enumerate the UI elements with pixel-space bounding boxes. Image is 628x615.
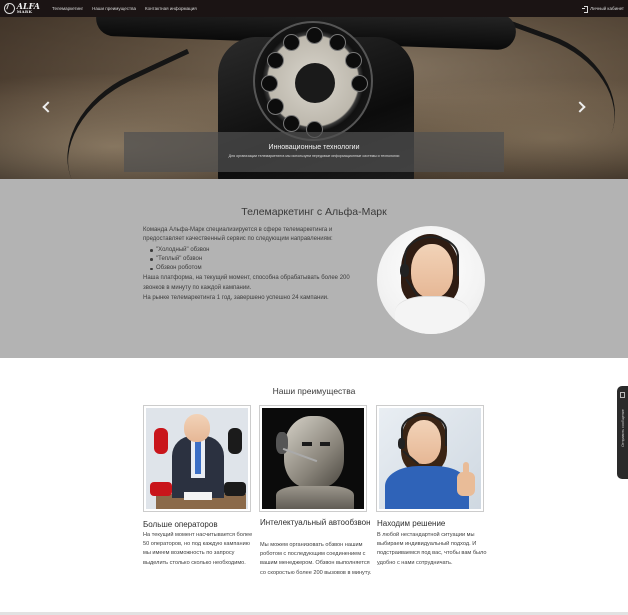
about-intro: Команда Альфа-Марк специализируется в сф… — [143, 227, 333, 243]
nav-link-advantages[interactable]: Наши преимущества — [92, 6, 136, 11]
card-image-solution[interactable] — [376, 405, 484, 512]
account-label: Личный кабинет — [590, 6, 624, 11]
card-title-solution: Находим решение — [377, 519, 446, 528]
caption-title: Инновационные технологии — [268, 144, 360, 151]
card-image-robot[interactable] — [259, 405, 367, 512]
list-item: Обзвон роботом — [150, 264, 361, 273]
rotary-dial — [253, 21, 373, 141]
list-item: "Теплый" обзвон — [150, 255, 361, 264]
about-capacity: Наша платформа, на текущий момент, спосо… — [143, 275, 350, 291]
carousel-caption: Инновационные технологии Для организации… — [124, 132, 504, 172]
card-title-robot: Интелектуальный автообзвон — [260, 518, 371, 527]
feedback-side-tab[interactable]: Отправить сообщение — [617, 386, 628, 479]
caption-text: Для организации телемаркетинга мы исполь… — [228, 154, 400, 158]
about-history: На рынке телемаркетинга 1 год, завершено… — [143, 295, 329, 302]
card-text-robot: Мы можем организовать обзвон нашим робот… — [260, 542, 372, 576]
top-navbar: ALFA MARK Телемаркетинг Наши преимуществ… — [0, 0, 628, 17]
about-text: Команда Альфа-Марк специализируется в сф… — [143, 226, 361, 304]
card-image-operators[interactable] — [143, 405, 251, 512]
sign-in-icon — [582, 6, 589, 13]
card-title-operators: Больше операторов — [143, 520, 218, 529]
brand-logo[interactable]: ALFA MARK — [4, 1, 40, 16]
card-text-solution: В любой нестандартной ситуации мы выбира… — [377, 532, 487, 566]
operator-photo — [377, 226, 485, 334]
nav-link-contacts[interactable]: Контактная информация — [145, 6, 197, 11]
about-title: Телемаркетинг с Альфа-Марк — [241, 206, 387, 218]
card-text-operators: На текущий момент насчитывается более 50… — [143, 532, 253, 566]
feedback-tab-label: Отправить сообщение — [621, 409, 625, 447]
services-list: "Холодный" обзвон "Теплый" обзвон Обзвон… — [150, 246, 361, 274]
about-section: Телемаркетинг с Альфа-Марк Команда Альфа… — [0, 179, 628, 358]
logo-phone-icon — [4, 3, 15, 14]
logo-wordmark: ALFA MARK — [16, 1, 40, 14]
hero-carousel: Инновационные технологии Для организации… — [0, 17, 628, 179]
account-link[interactable]: Личный кабинет — [582, 0, 624, 17]
list-item: "Холодный" обзвон — [150, 246, 361, 255]
advantages-title: Наши преимущества — [272, 386, 356, 396]
nav-link-telemarketing[interactable]: Телемаркетинг — [52, 6, 83, 11]
nav-links: Телемаркетинг Наши преимущества Контактн… — [52, 0, 197, 17]
